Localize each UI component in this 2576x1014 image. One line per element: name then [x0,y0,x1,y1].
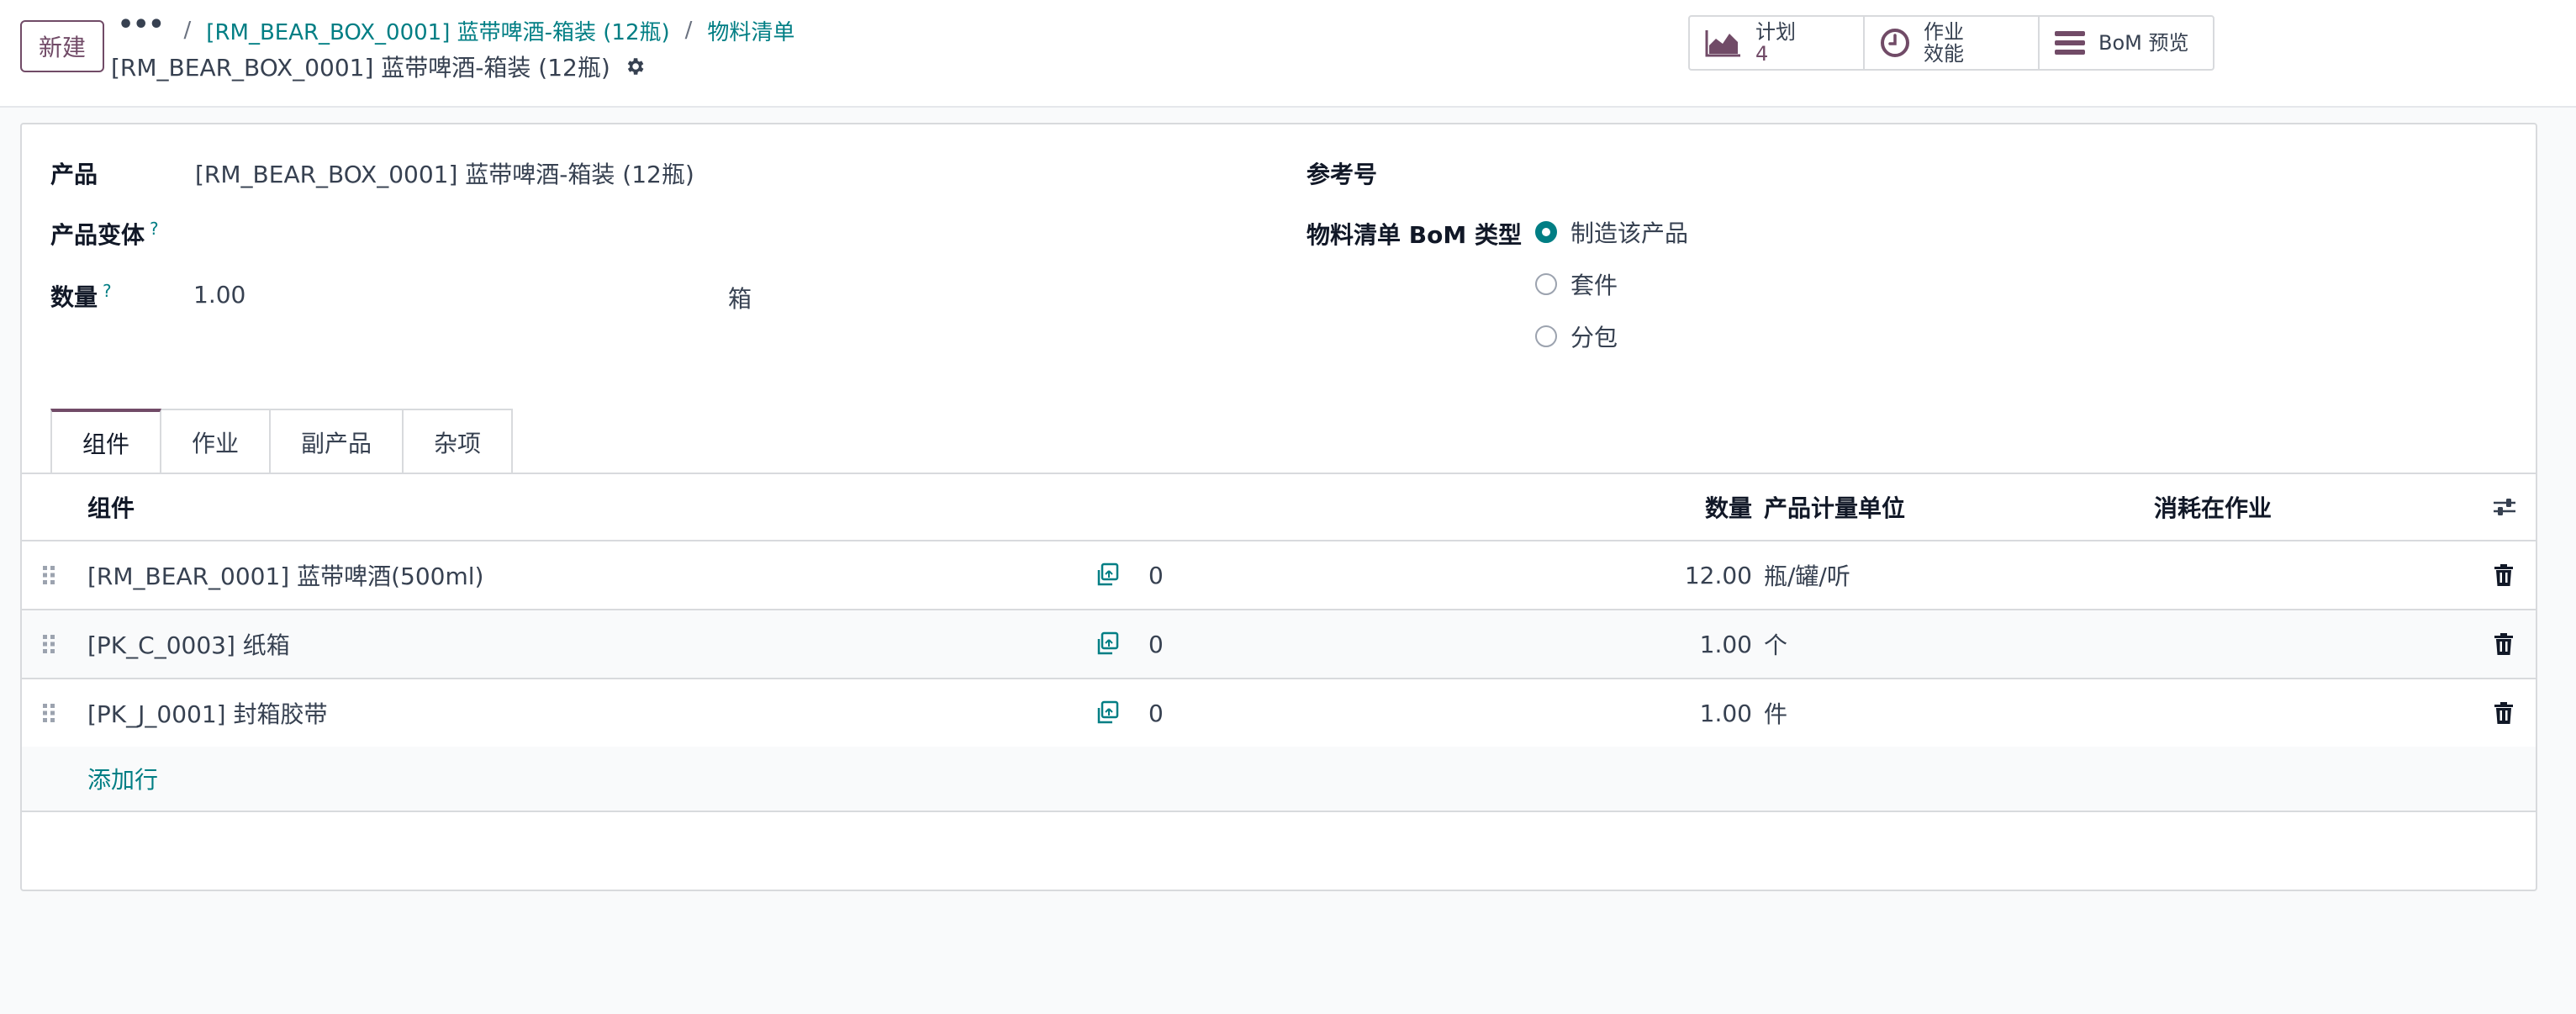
clock-icon [1880,28,1910,58]
product-label: 产品 [50,161,98,188]
drag-handle-icon[interactable] [42,541,55,609]
bom-preview-smart-button[interactable]: BoM 预览 [2040,17,2213,69]
breadcrumb-more-button[interactable]: ••• [118,13,165,38]
drag-handle-icon[interactable] [42,610,55,678]
radio-checked-icon [1535,221,1557,243]
component-cell[interactable]: [RM_BEAR_0001] 蓝带啤酒(500ml) [87,541,483,609]
column-header-quantity[interactable]: 数量 [1705,474,1752,540]
component-cell[interactable]: [PK_C_0003] 纸箱 [87,610,290,678]
bom-type-option-subcontract[interactable]: 分包 [1535,320,1618,353]
product-variant-label: 产品变体? [50,218,159,249]
breadcrumb: ••• / [RM_BEAR_BOX_0001] 蓝带啤酒-箱装 (12瓶) /… [118,12,810,49]
record-title: [RM_BEAR_BOX_0001] 蓝带啤酒-箱装 (12瓶) [111,54,610,82]
breadcrumb-current-link[interactable]: 物料清单 [707,15,794,46]
add-line-row: 添加行 [22,747,2536,812]
breadcrumb-parent-link[interactable]: [RM_BEAR_BOX_0001] 蓝带啤酒-箱装 (12瓶) [206,15,669,46]
tab-by-products[interactable]: 副产品 [269,409,404,474]
plan-count: 4 [1755,42,1769,66]
record-title-row: [RM_BEAR_BOX_0001] 蓝带啤酒-箱装 (12瓶) [111,47,646,86]
copy-icon[interactable] [1095,679,1120,747]
help-tooltip-icon[interactable]: ? [150,219,159,239]
smart-buttons: 计划 4 作业 效能 BoM 预览 [1688,15,2214,71]
delete-trash-icon[interactable] [2494,679,2514,747]
quantity-cell[interactable]: 12.00 [1685,541,1752,609]
workcenter-efficiency-smart-button[interactable]: 作业 效能 [1865,17,2040,69]
uom-cell[interactable]: 瓶/罐/听 [1764,541,1850,609]
tab-operations[interactable]: 作业 [160,409,272,474]
copy-icon[interactable] [1095,610,1120,678]
notebook-tabs: 组件 作业 副产品 杂项 [50,409,514,474]
bom-preview-label: BoM 预览 [2098,31,2189,55]
breadcrumb-separator: / [183,18,192,43]
bom-type-label: 物料清单 BoM 类型 [1306,221,1522,249]
product-field[interactable]: [RM_BEAR_BOX_0001] 蓝带啤酒-箱装 (12瓶) [195,156,694,190]
radio-empty-icon [1535,325,1557,347]
quantity-uom-field[interactable]: 箱 [728,281,752,314]
tab-components[interactable]: 组件 [50,409,162,474]
plan-label: 计划 [1755,20,1796,44]
bom-type-option-kit[interactable]: 套件 [1535,267,1618,301]
efficiency-label-line2: 效能 [1924,42,1964,66]
copies-cell[interactable]: 0 [1148,541,1164,609]
quantity-label: 数量? [50,280,112,311]
efficiency-label-line1: 作业 [1924,20,1964,44]
quantity-field[interactable]: 1.00 [193,281,245,309]
uom-cell[interactable]: 个 [1764,610,1787,678]
optional-columns-toggle-icon[interactable] [2492,474,2517,540]
bars-icon [2055,29,2085,56]
radio-empty-icon [1535,273,1557,295]
control-panel: 新建 ••• / [RM_BEAR_BOX_0001] 蓝带啤酒-箱装 (12瓶… [0,0,2576,108]
copies-cell[interactable]: 0 [1148,679,1164,747]
table-header: 组件 数量 产品计量单位 消耗在作业 [22,474,2536,541]
component-cell[interactable]: [PK_J_0001] 封箱胶带 [87,679,328,747]
drag-handle-icon[interactable] [42,679,55,747]
bom-type-option-manufacture[interactable]: 制造该产品 [1535,215,1688,249]
plan-smart-button[interactable]: 计划 4 [1690,17,1865,69]
copy-icon[interactable] [1095,541,1120,609]
help-tooltip-icon[interactable]: ? [103,281,112,301]
table-row[interactable]: [RM_BEAR_0001] 蓝带啤酒(500ml) 0 12.00 瓶/罐/听 [22,541,2536,610]
new-button[interactable]: 新建 [20,20,104,72]
column-header-uom[interactable]: 产品计量单位 [1764,474,1905,540]
uom-cell[interactable]: 件 [1764,679,1787,747]
breadcrumb-separator: / [684,18,693,43]
form-sheet: 产品 [RM_BEAR_BOX_0001] 蓝带啤酒-箱装 (12瓶) 产品变体… [20,123,2537,891]
column-header-consumed-in[interactable]: 消耗在作业 [2154,474,2272,540]
tab-miscellaneous[interactable]: 杂项 [402,409,514,474]
area-chart-icon [1705,29,1742,57]
table-row[interactable]: [PK_J_0001] 封箱胶带 0 1.00 件 [22,679,2536,748]
delete-trash-icon[interactable] [2494,541,2514,609]
table-row[interactable]: [PK_C_0003] 纸箱 0 1.00 个 [22,610,2536,679]
delete-trash-icon[interactable] [2494,610,2514,678]
column-header-component[interactable]: 组件 [87,474,135,540]
quantity-cell[interactable]: 1.00 [1700,679,1752,747]
quantity-cell[interactable]: 1.00 [1700,610,1752,678]
reference-label: 参考号 [1306,161,1378,188]
add-line-link[interactable]: 添加行 [87,747,158,811]
copies-cell[interactable]: 0 [1148,610,1164,678]
gear-icon[interactable] [624,55,646,77]
